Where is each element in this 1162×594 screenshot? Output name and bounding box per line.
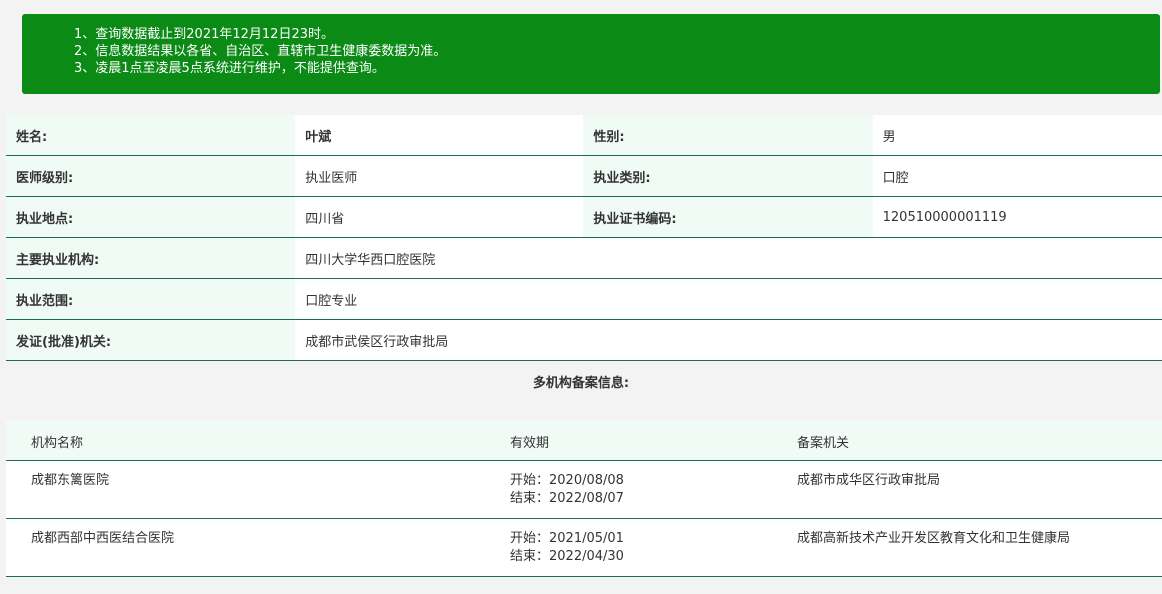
name-label: 姓名: — [6, 115, 296, 156]
notice-line: 1、查询数据截止到2021年12月12日23时。 — [74, 27, 334, 42]
row-institution: 成都东篱医院 — [31, 473, 110, 488]
validity-start: 开始：2020/08/08 — [510, 473, 624, 488]
cert-label: 执业证书编码: — [583, 196, 873, 238]
validity-end: 结束：2022/08/07 — [510, 491, 624, 506]
row-authority: 成都市成华区行政审批局 — [797, 473, 941, 488]
multi-registration-title: 多机构备案信息: — [532, 376, 630, 391]
row-validity: 开始：2020/08/08 结束：2022/08/07 — [510, 472, 624, 508]
info-row: 医师级别: 执业医师 执业类别: 口腔 — [6, 155, 1162, 197]
notice-line: 2、信息数据结果以各省、自治区、直辖市卫生健康委数据为准。 — [74, 44, 447, 59]
scope-label: 执业范围: — [6, 278, 296, 320]
notice-line: 3、凌晨1点至凌晨5点系统进行维护，不能提供查询。 — [74, 61, 385, 76]
table-row: 成都东篱医院 开始：2020/08/08 结束：2022/08/07 成都市成华… — [6, 461, 1162, 519]
gender-label: 性别: — [583, 115, 873, 156]
level-value: 执业医师 — [295, 155, 584, 197]
cert-value: 120510000001119 — [872, 196, 1162, 238]
issuer-value: 成都市武侯区行政审批局 — [295, 319, 1162, 361]
level-label: 医师级别: — [6, 155, 296, 197]
category-value: 口腔 — [872, 155, 1162, 197]
row-authority: 成都高新技术产业开发区教育文化和卫生健康局 — [797, 531, 1071, 546]
gender-value: 男 — [872, 115, 1162, 156]
table-row: 成都西部中西医结合医院 开始：2021/05/01 结束：2022/04/30 … — [6, 519, 1162, 577]
institution-value: 四川大学华西口腔医院 — [295, 237, 1162, 279]
info-row: 执业地点: 四川省 执业证书编码: 120510000001119 — [6, 196, 1162, 238]
location-value: 四川省 — [295, 196, 584, 238]
name-value: 叶斌 — [295, 115, 584, 156]
institution-label: 主要执业机构: — [6, 237, 296, 279]
issuer-label: 发证(批准)机关: — [6, 319, 296, 361]
info-row: 执业范围: 口腔专业 — [6, 278, 1162, 320]
category-label: 执业类别: — [583, 155, 873, 197]
column-header-authority: 备案机关 — [797, 436, 850, 451]
row-validity: 开始：2021/05/01 结束：2022/04/30 — [510, 530, 624, 566]
validity-start: 开始：2021/05/01 — [510, 531, 624, 546]
doctor-info-table: 姓名: 叶斌 性别: 男 医师级别: 执业医师 执业类别: 口腔 执业地点: 四… — [6, 115, 1162, 361]
row-institution: 成都西部中西医结合医院 — [31, 531, 175, 546]
info-row: 姓名: 叶斌 性别: 男 — [6, 115, 1162, 156]
info-row: 发证(批准)机关: 成都市武侯区行政审批局 — [6, 319, 1162, 361]
location-label: 执业地点: — [6, 196, 296, 238]
column-header-institution: 机构名称 — [31, 436, 84, 451]
column-header-validity: 有效期 — [510, 436, 550, 451]
scope-value: 口腔专业 — [295, 278, 1162, 320]
notice-banner: 1、查询数据截止到2021年12月12日23时。 2、信息数据结果以各省、自治区… — [22, 14, 1160, 94]
info-row: 主要执业机构: 四川大学华西口腔医院 — [6, 237, 1162, 279]
registration-table-header: 机构名称 有效期 备案机关 — [6, 420, 1162, 461]
validity-end: 结束：2022/04/30 — [510, 549, 624, 564]
